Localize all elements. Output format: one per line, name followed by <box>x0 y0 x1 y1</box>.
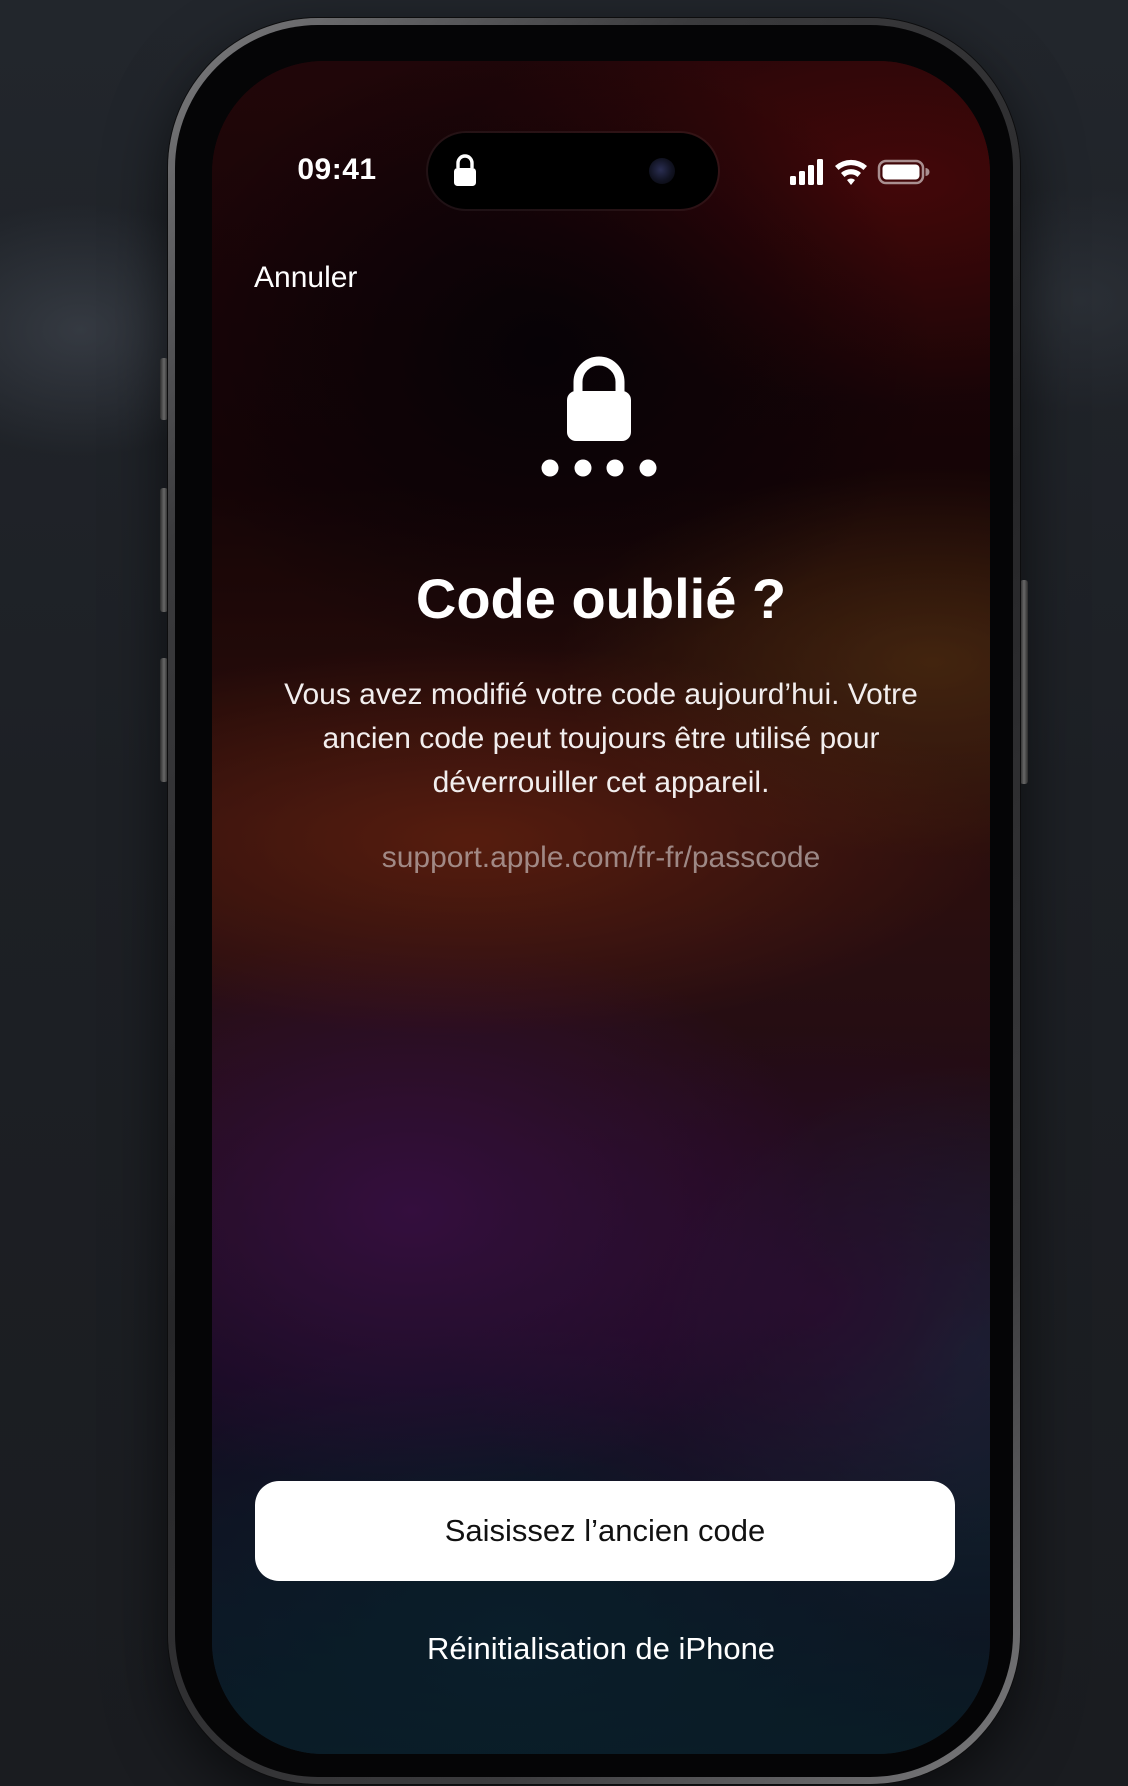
dynamic-island <box>428 133 718 209</box>
phone-frame: 09:41 Annuler Code oublié ? Vous avez mo… <box>168 18 1020 1784</box>
volume-down-button <box>160 658 168 782</box>
enter-old-passcode-button[interactable]: Saisissez l’ancien code <box>255 1481 955 1581</box>
power-button <box>1020 580 1028 784</box>
wifi-icon <box>835 159 867 185</box>
reset-iphone-button[interactable]: Réinitialisation de iPhone <box>212 1631 990 1667</box>
action-button <box>160 358 168 420</box>
volume-up-button <box>160 488 168 612</box>
page-title: Code oublié ? <box>415 567 787 630</box>
cancel-button[interactable]: Annuler <box>254 261 357 295</box>
signal-icon <box>790 159 823 185</box>
lock-passcode-icon <box>541 356 657 477</box>
support-link[interactable]: support.apple.com/fr-fr/passcode <box>212 841 990 875</box>
battery-icon <box>877 159 930 185</box>
screen: 09:41 Annuler Code oublié ? Vous avez mo… <box>212 61 990 1754</box>
phone-bezel: 09:41 Annuler Code oublié ? Vous avez mo… <box>175 25 1013 1777</box>
status-icons <box>790 159 930 185</box>
description-text: Vous avez modifié votre code aujourd’hui… <box>284 678 918 799</box>
lock-icon <box>454 154 476 186</box>
status-time: 09:41 <box>297 153 377 186</box>
front-camera <box>649 158 675 184</box>
